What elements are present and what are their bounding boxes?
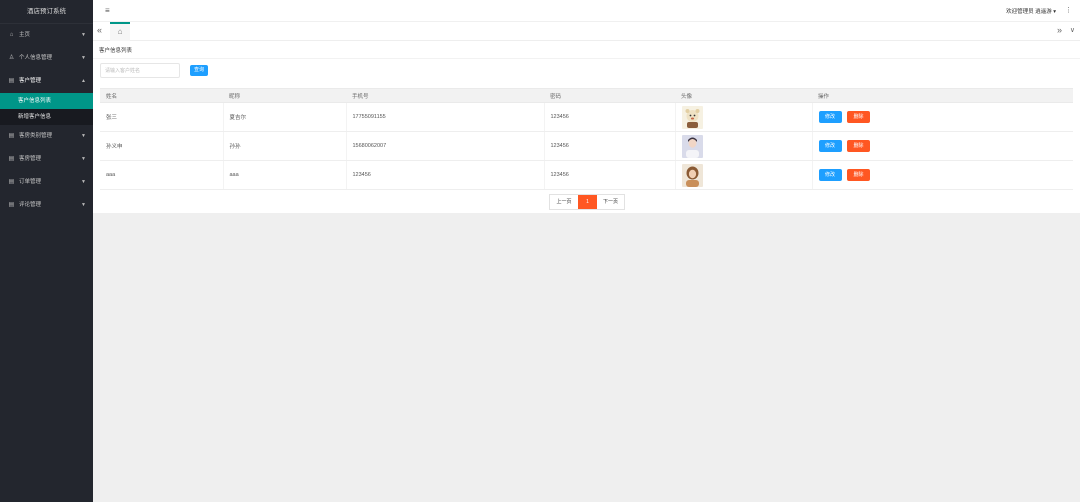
tab-home[interactable]: ⌂ bbox=[110, 22, 130, 41]
sidebar-item-label: 客房管理 bbox=[19, 156, 42, 162]
pagination-current-page[interactable]: 1 bbox=[578, 195, 597, 209]
top-header: ≡ 欢迎管理员 逍遥游 ▾ ⋮ bbox=[93, 0, 1080, 22]
search-input[interactable] bbox=[100, 63, 180, 78]
user-icon: ♙ bbox=[8, 55, 15, 61]
sidebar-item-label: 评论管理 bbox=[19, 202, 42, 208]
pagination-next-button[interactable]: 下一页 bbox=[597, 195, 624, 209]
avatar-cartoon-bear bbox=[681, 105, 703, 129]
chevron-down-icon: ▼ bbox=[81, 133, 86, 139]
welcome-text: 欢迎管理员 逍遥游 bbox=[1006, 9, 1052, 15]
chevron-up-icon: ▲ bbox=[81, 78, 86, 84]
grid-icon: ▤ bbox=[8, 179, 15, 185]
column-header-nickname[interactable]: 昵称 bbox=[223, 88, 346, 103]
tabs-bar: « ⌂ » ∨ bbox=[93, 22, 1080, 41]
cell-nickname: aaa bbox=[223, 160, 347, 190]
sidebar-item-label: 客房类别管理 bbox=[19, 133, 53, 139]
grid-icon: ▤ bbox=[8, 156, 15, 162]
cell-password: 123456 bbox=[544, 131, 676, 161]
sidebar-item-home[interactable]: ⌂ 主页 ▼ bbox=[0, 24, 93, 47]
cell-name: aaa bbox=[100, 160, 224, 190]
chevron-down-icon: ▼ bbox=[81, 202, 86, 208]
search-button[interactable]: 查询 bbox=[190, 65, 208, 76]
user-menu[interactable]: 欢迎管理员 逍遥游 ▾ bbox=[1006, 7, 1056, 15]
cell-password: 123456 bbox=[544, 102, 676, 132]
sidebar: 酒店预订系统 ⌂ 主页 ▼ ♙ 个人信息管理 ▼ ▤ 客户管理 ▲ 客户信息列表… bbox=[0, 0, 93, 502]
app-logo-title[interactable]: 酒店预订系统 bbox=[0, 0, 93, 24]
cell-avatar bbox=[675, 102, 813, 132]
column-header-avatar[interactable]: 头像 bbox=[675, 88, 812, 103]
delete-button[interactable]: 删除 bbox=[847, 169, 871, 181]
sidebar-item-label: 客户管理 bbox=[19, 78, 42, 84]
submenu-item-customer-list[interactable]: 客户信息列表 bbox=[0, 93, 93, 109]
grid-icon: ▤ bbox=[8, 78, 15, 84]
customer-table: 姓名 昵称 手机号 密码 头像 操作 张三 夏吉尔 17755091155 12… bbox=[100, 88, 1073, 190]
column-header-phone[interactable]: 手机号 bbox=[346, 88, 544, 103]
cell-phone: 123456 bbox=[346, 160, 545, 190]
column-header-password[interactable]: 密码 bbox=[544, 88, 675, 103]
cell-name: 张三 bbox=[100, 102, 224, 132]
sidebar-item-customers[interactable]: ▤ 客户管理 ▲ bbox=[0, 70, 93, 93]
table-row: 孙义申 孙孙 15680062007 123456 修改 删除 bbox=[100, 131, 1073, 161]
table-header-row: 姓名 昵称 手机号 密码 头像 操作 bbox=[100, 88, 1073, 103]
cell-avatar bbox=[675, 131, 813, 161]
chevron-down-icon: ▼ bbox=[81, 55, 86, 61]
submenu-item-add-customer[interactable]: 新增客户信息 bbox=[0, 109, 93, 125]
avatar-portrait-girl bbox=[681, 163, 703, 187]
more-icon[interactable]: ⋮ bbox=[1065, 6, 1072, 14]
home-icon: ⌂ bbox=[9, 32, 14, 38]
sidebar-item-label: 个人信息管理 bbox=[19, 55, 53, 61]
tabs-scroll-left-icon[interactable]: « bbox=[97, 25, 102, 35]
pagination: 上一页 1 下一页 bbox=[549, 194, 625, 210]
sidebar-item-profile[interactable]: ♙ 个人信息管理 ▼ bbox=[0, 47, 93, 70]
delete-button[interactable]: 删除 bbox=[847, 140, 871, 152]
grid-icon: ▤ bbox=[8, 133, 15, 139]
cell-nickname: 夏吉尔 bbox=[223, 102, 347, 132]
chevron-down-icon: ▼ bbox=[81, 179, 86, 185]
cell-actions: 修改 删除 bbox=[812, 102, 1073, 132]
cell-phone: 17755091155 bbox=[346, 102, 545, 132]
home-icon: ⌂ bbox=[117, 27, 123, 36]
sidebar-item-orders[interactable]: ▤ 订单管理 ▼ bbox=[0, 171, 93, 194]
main-content: 客户信息列表 查询 姓名 昵称 手机号 密码 头像 操作 张三 夏吉尔 1775… bbox=[93, 41, 1080, 213]
cell-actions: 修改 删除 bbox=[812, 131, 1073, 161]
avatar-portrait-boy bbox=[681, 134, 703, 158]
cell-phone: 15680062007 bbox=[346, 131, 545, 161]
chevron-down-icon: ▼ bbox=[81, 32, 86, 38]
divider bbox=[93, 58, 1080, 59]
sidebar-item-rooms[interactable]: ▤ 客房管理 ▼ bbox=[0, 148, 93, 171]
caret-down-icon: ▾ bbox=[1053, 9, 1056, 15]
pagination-prev-button[interactable]: 上一页 bbox=[550, 195, 578, 209]
sidebar-item-label: 订单管理 bbox=[19, 179, 42, 185]
edit-button[interactable]: 修改 bbox=[818, 111, 842, 123]
grid-icon: ▤ bbox=[8, 202, 15, 208]
sidebar-item-label: 主页 bbox=[19, 32, 31, 38]
tabs-menu-icon[interactable]: ∨ bbox=[1070, 26, 1075, 34]
edit-button[interactable]: 修改 bbox=[818, 140, 842, 152]
page-title: 客户信息列表 bbox=[99, 48, 133, 54]
cell-password: 123456 bbox=[544, 160, 676, 190]
sidebar-item-room-categories[interactable]: ▤ 客房类别管理 ▼ bbox=[0, 125, 93, 148]
cell-avatar bbox=[675, 160, 813, 190]
cell-name: 孙义申 bbox=[100, 131, 224, 161]
table-row: aaa aaa 123456 123456 修改 删除 bbox=[100, 160, 1073, 190]
customers-submenu: 客户信息列表 新增客户信息 bbox=[0, 93, 93, 125]
edit-button[interactable]: 修改 bbox=[818, 169, 842, 181]
delete-button[interactable]: 删除 bbox=[847, 111, 871, 123]
menu-toggle-icon[interactable]: ≡ bbox=[105, 6, 110, 15]
cell-nickname: 孙孙 bbox=[223, 131, 347, 161]
chevron-down-icon: ▼ bbox=[81, 156, 86, 162]
column-header-actions[interactable]: 操作 bbox=[812, 88, 1073, 103]
tabs-scroll-right-icon[interactable]: » bbox=[1057, 25, 1062, 35]
table-row: 张三 夏吉尔 17755091155 123456 修改 删除 bbox=[100, 102, 1073, 132]
cell-actions: 修改 删除 bbox=[812, 160, 1073, 190]
column-header-name[interactable]: 姓名 bbox=[100, 88, 223, 103]
sidebar-item-reviews[interactable]: ▤ 评论管理 ▼ bbox=[0, 194, 93, 217]
